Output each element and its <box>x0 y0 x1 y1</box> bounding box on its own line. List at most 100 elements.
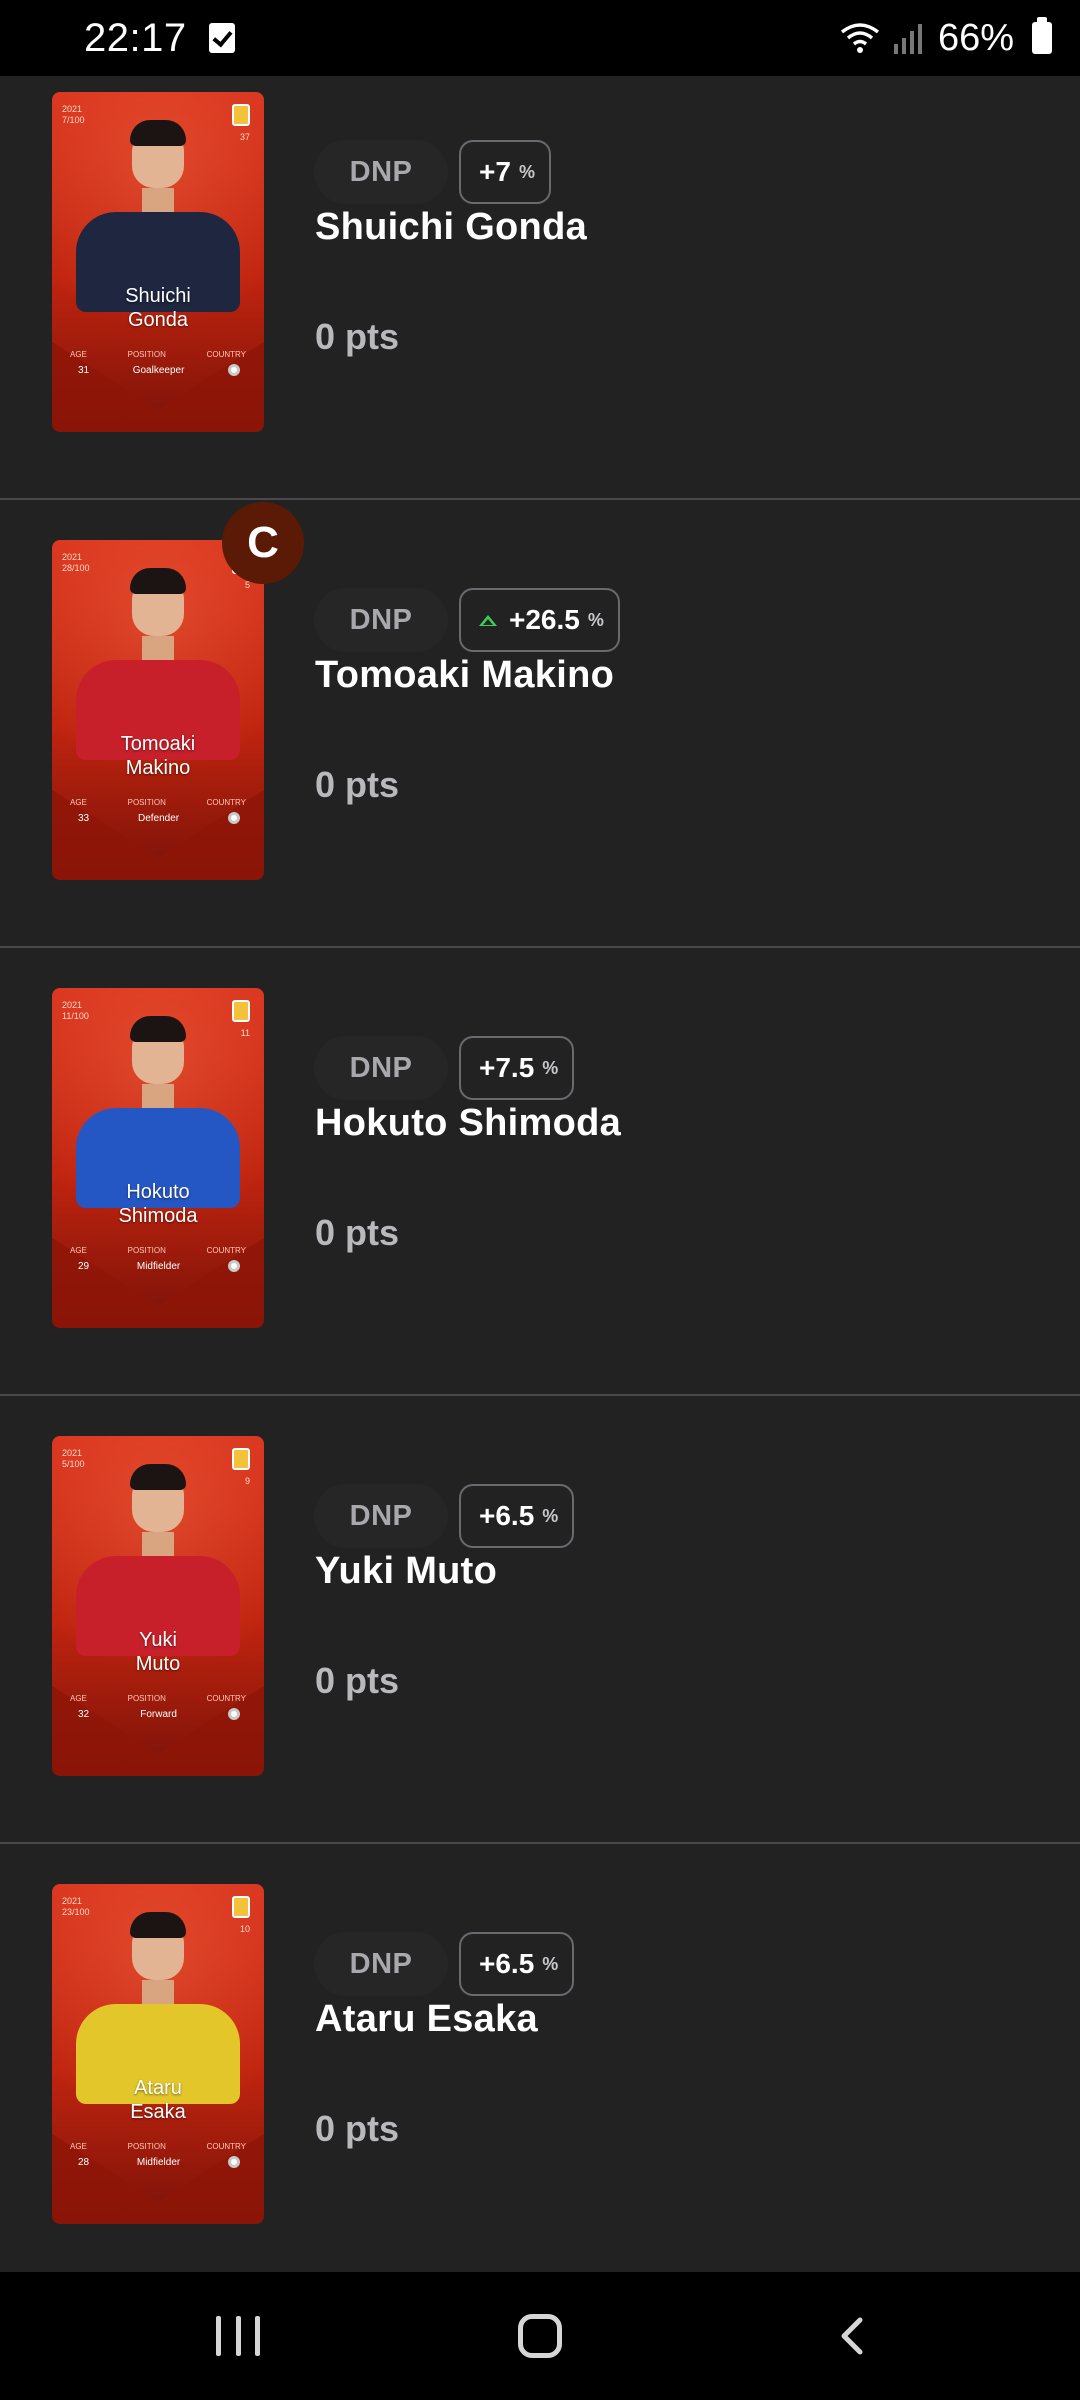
card-label-country: COUNTRY <box>206 798 246 807</box>
card-serial: 2021 7/100 <box>62 104 85 126</box>
player-row[interactable]: 2021 5/100 9 Yuki Muto AGE POSITION COUN… <box>0 1396 1080 1844</box>
card-label-age: AGE <box>70 1246 87 1255</box>
player-name: Hokuto Shimoda <box>315 1102 622 1144</box>
card-season: 2021 <box>62 1448 83 1458</box>
card-shirt-number: 37 <box>239 132 250 142</box>
card-last-name: Gonda <box>127 309 189 331</box>
country-flag-icon <box>227 812 240 824</box>
bonus-badge[interactable]: +6.5 % <box>459 1484 575 1548</box>
card-meta-labels: AGE POSITION COUNTRY <box>52 2142 264 2151</box>
card-position: Goalkeeper <box>132 364 185 376</box>
status-bar: 22:17 66% <box>0 0 1080 76</box>
status-pill: DNP <box>314 140 448 204</box>
player-name: Ataru Esaka <box>315 1998 538 2040</box>
player-row[interactable]: 2021 7/100 37 Shuichi Gonda AGE POSITION… <box>0 76 1080 500</box>
card-last-name: Esaka <box>130 2101 186 2123</box>
player-card[interactable]: 2021 28/100 5 Tomoaki Makino AGE POSITIO… <box>52 540 264 880</box>
country-flag-icon <box>227 364 240 376</box>
player-photo <box>108 1898 208 2038</box>
percent-icon: % <box>587 609 604 630</box>
card-meta-labels: AGE POSITION COUNTRY <box>52 350 264 359</box>
player-card[interactable]: 2021 11/100 11 Hokuto Shimoda AGE POSITI… <box>52 988 264 1328</box>
player-row[interactable]: 2021 11/100 11 Hokuto Shimoda AGE POSITI… <box>0 948 1080 1396</box>
player-card[interactable]: 2021 23/100 10 Ataru Esaka AGE POSITION … <box>52 1884 264 2224</box>
player-card[interactable]: 2021 7/100 37 Shuichi Gonda AGE POSITION… <box>52 92 264 432</box>
card-first-name: Tomoaki <box>120 733 196 755</box>
player-photo <box>108 554 208 694</box>
card-position: Forward <box>140 1708 177 1720</box>
card-last-name: Muto <box>135 1653 181 1675</box>
club-crest-icon <box>232 104 250 126</box>
captain-badge: C <box>222 502 304 584</box>
card-serial: 2021 23/100 <box>62 1896 90 1918</box>
card-meta-values: 28 Midfielder <box>52 2156 264 2168</box>
bonus-badge[interactable]: +26.5 % <box>459 588 620 652</box>
card-shirt-number: 10 <box>239 1924 250 1934</box>
card-position: Midfielder <box>136 1260 181 1272</box>
card-season: 2021 <box>62 552 83 562</box>
card-serial-number: 28/100 <box>62 563 90 573</box>
bonus-badge[interactable]: +7.5 % <box>459 1036 575 1100</box>
navigation-bar <box>0 2272 1080 2400</box>
card-player-name: Ataru Esaka <box>52 2076 264 2124</box>
bonus-value: +26.5 <box>509 604 580 635</box>
player-points: 0 pts <box>315 1212 400 1253</box>
card-player-name: Tomoaki Makino <box>52 732 264 780</box>
player-photo <box>108 106 208 246</box>
percent-icon: % <box>518 161 535 182</box>
card-age: 33 <box>78 812 90 824</box>
status-time: 22:17 <box>84 15 187 60</box>
card-label-age: AGE <box>70 1694 87 1703</box>
bonus-badge[interactable]: +7 % <box>459 140 551 204</box>
recents-button[interactable] <box>216 2316 260 2356</box>
club-crest-icon <box>232 1896 250 1918</box>
bonus-value: +6.5 <box>479 1500 535 1531</box>
home-button[interactable] <box>518 2314 562 2358</box>
card-serial: 2021 11/100 <box>62 1000 89 1022</box>
club-crest-icon <box>232 1000 250 1022</box>
card-meta-labels: AGE POSITION COUNTRY <box>52 798 264 807</box>
card-label-position: POSITION <box>127 350 166 359</box>
card-age: 28 <box>78 2156 90 2168</box>
bonus-badge[interactable]: +6.5 % <box>459 1932 575 1996</box>
club-crest-icon <box>232 1448 250 1470</box>
card-meta-labels: AGE POSITION COUNTRY <box>52 1694 264 1703</box>
back-button[interactable] <box>832 2316 872 2356</box>
card-age: 32 <box>78 1708 90 1720</box>
card-label-country: COUNTRY <box>206 350 246 359</box>
card-label-age: AGE <box>70 2142 87 2151</box>
percent-icon: % <box>542 1505 559 1526</box>
status-icons: 66% <box>840 17 1052 60</box>
card-serial: 2021 5/100 <box>62 1448 85 1470</box>
player-points: 0 pts <box>315 2108 400 2149</box>
player-row[interactable]: 2021 28/100 5 Tomoaki Makino AGE POSITIO… <box>0 500 1080 948</box>
status-pill: DNP <box>314 1484 448 1548</box>
card-shirt-number: 11 <box>240 1028 250 1038</box>
status-pill: DNP <box>314 1932 448 1996</box>
bonus-value: +6.5 <box>479 1948 535 1979</box>
card-season: 2021 <box>62 1896 83 1906</box>
status-pill: DNP <box>314 588 448 652</box>
card-label-position: POSITION <box>127 2142 166 2151</box>
country-flag-icon <box>227 2156 240 2168</box>
wifi-icon <box>840 23 880 53</box>
card-serial-number: 23/100 <box>62 1907 90 1917</box>
player-card[interactable]: 2021 5/100 9 Yuki Muto AGE POSITION COUN… <box>52 1436 264 1776</box>
card-shirt-number: 9 <box>244 1476 250 1486</box>
card-serial-number: 7/100 <box>62 115 85 125</box>
signal-icon <box>893 24 922 54</box>
card-serial-number: 5/100 <box>62 1459 85 1469</box>
country-flag-icon <box>228 1708 240 1720</box>
player-points: 0 pts <box>315 316 400 357</box>
percent-icon: % <box>542 1057 559 1078</box>
card-age: 31 <box>78 364 90 376</box>
player-row[interactable]: 2021 23/100 10 Ataru Esaka AGE POSITION … <box>0 1844 1080 2272</box>
battery-percentage: 66% <box>937 16 1014 59</box>
card-meta-labels: AGE POSITION COUNTRY <box>52 1246 264 1255</box>
card-last-name: Shimoda <box>118 1205 198 1227</box>
player-points: 0 pts <box>315 764 400 805</box>
trend-up-icon <box>479 614 497 626</box>
player-list[interactable]: 2021 7/100 37 Shuichi Gonda AGE POSITION… <box>0 76 1080 2272</box>
player-photo <box>108 1002 208 1142</box>
status-pill: DNP <box>314 1036 448 1100</box>
